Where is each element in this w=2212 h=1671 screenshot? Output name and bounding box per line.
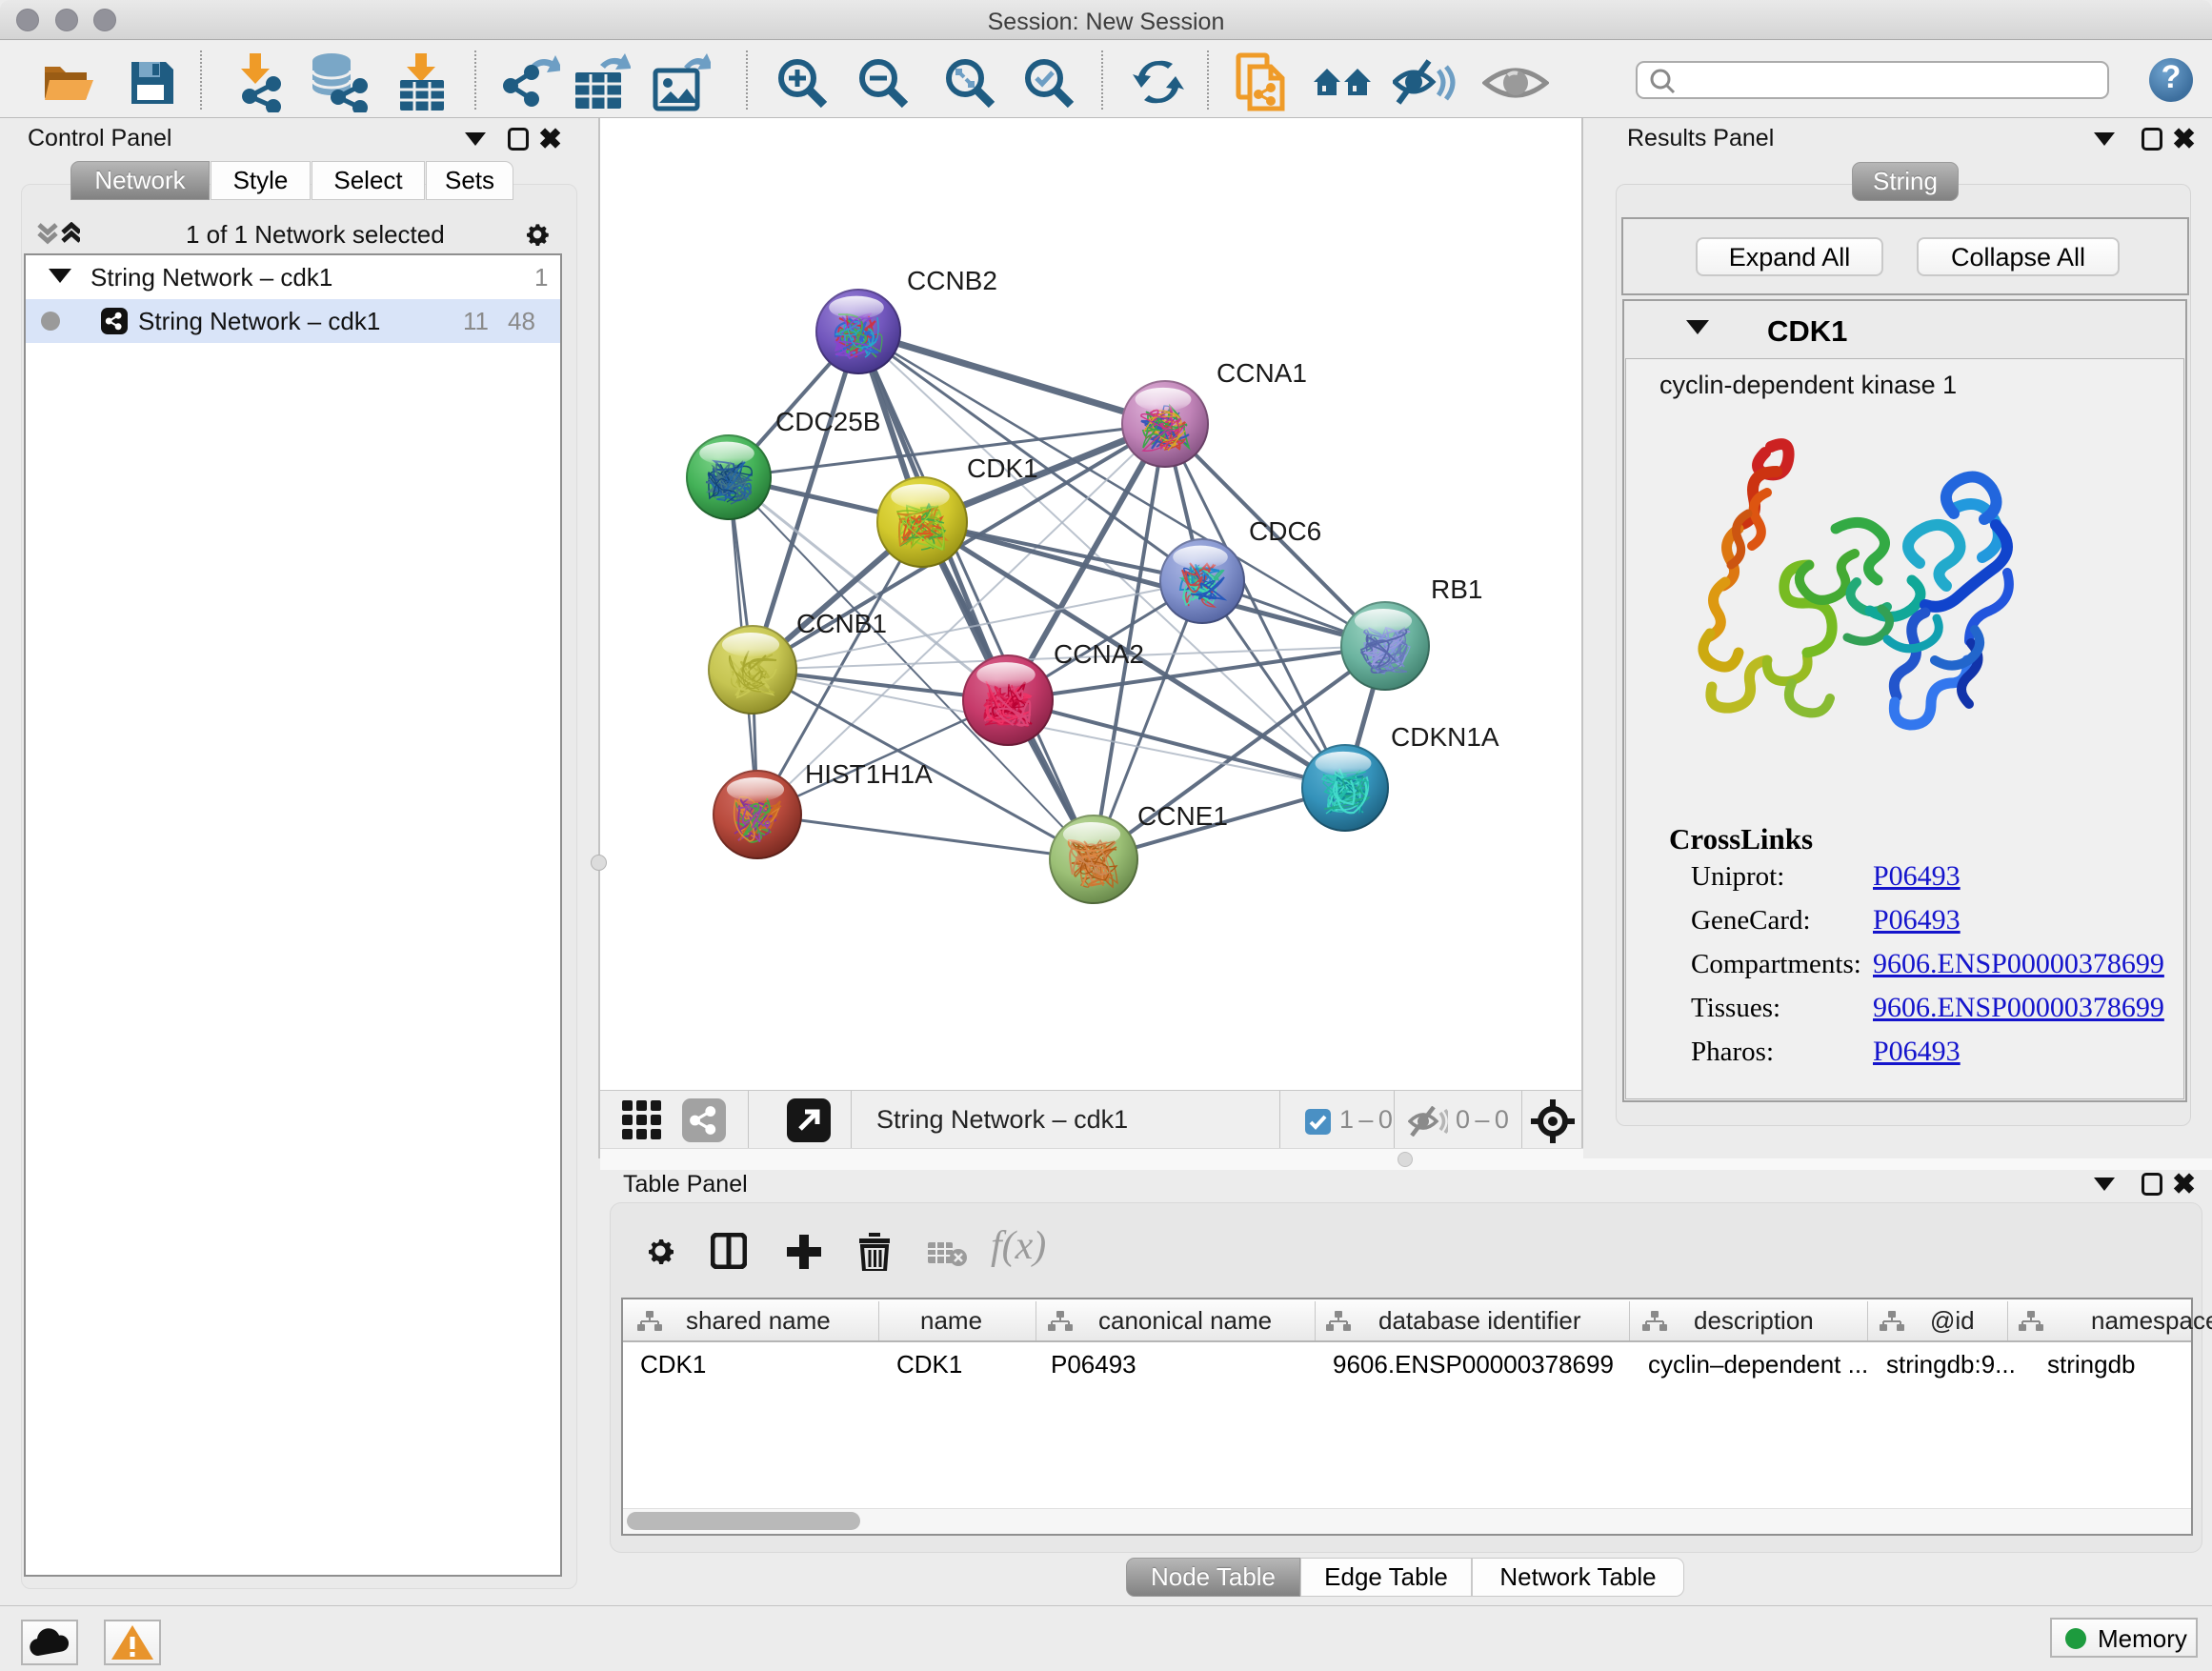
- svg-text:CDC25B: CDC25B: [775, 407, 880, 436]
- svg-text:CCNA1: CCNA1: [1217, 358, 1307, 388]
- svg-text:CCNA2: CCNA2: [1054, 639, 1144, 669]
- svg-text:HIST1H1A: HIST1H1A: [805, 759, 933, 789]
- svg-text:CCNB1: CCNB1: [796, 609, 887, 638]
- svg-text:CDK1: CDK1: [967, 453, 1038, 483]
- svg-text:CDKN1A: CDKN1A: [1391, 722, 1499, 752]
- svg-text:RB1: RB1: [1431, 574, 1482, 604]
- svg-text:CDC6: CDC6: [1249, 516, 1321, 546]
- svg-text:CCNE1: CCNE1: [1137, 801, 1228, 831]
- svg-text:CCNB2: CCNB2: [907, 266, 997, 295]
